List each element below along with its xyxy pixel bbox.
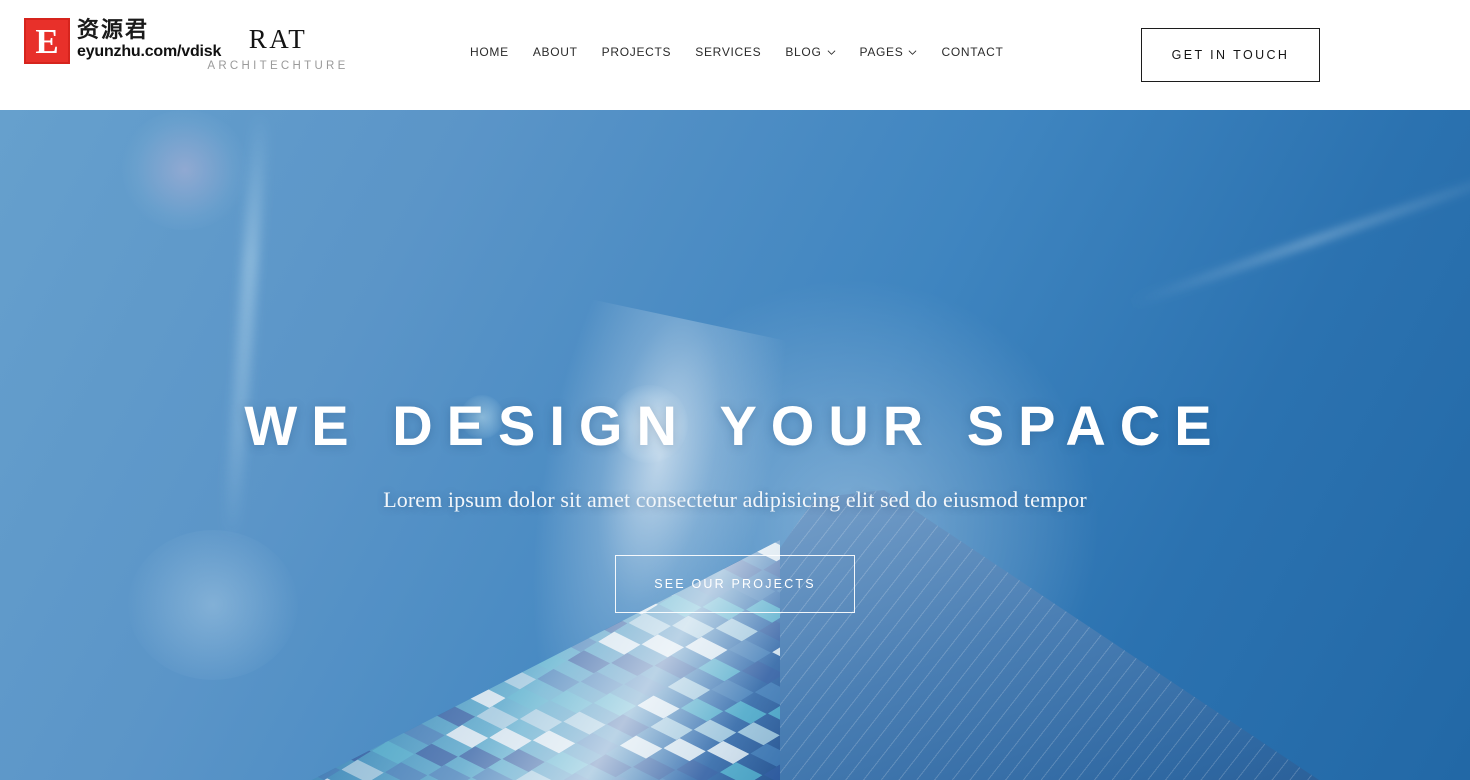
nav-item-projects[interactable]: PROJECTS	[602, 45, 672, 59]
nav-label: PROJECTS	[601, 45, 672, 59]
nav-label: ABOUT	[532, 45, 578, 59]
watermark-badge-letter: E	[35, 21, 59, 61]
see-our-projects-button[interactable]: SEE OUR PROJECTS	[615, 555, 855, 613]
nav-label: SERVICES	[695, 45, 762, 59]
nav-item-services[interactable]: SERVICES	[695, 45, 761, 59]
get-in-touch-button[interactable]: GET IN TOUCH	[1141, 28, 1320, 82]
chevron-down-icon	[827, 48, 836, 57]
chevron-down-icon	[908, 48, 917, 57]
watermark-overlay: E 资源君 eyunzhu.com/vdisk	[24, 18, 221, 64]
hero-content: WE DESIGN YOUR SPACE Lorem ipsum dolor s…	[0, 110, 1470, 780]
nav-item-home[interactable]: HOME	[470, 45, 509, 59]
hero-title: WE DESIGN YOUR SPACE	[244, 394, 1226, 457]
hero-section: WE DESIGN YOUR SPACE Lorem ipsum dolor s…	[0, 110, 1470, 780]
nav-label: PAGES	[859, 45, 904, 59]
watermark-url-label: eyunzhu.com/vdisk	[77, 43, 222, 61]
nav-item-blog[interactable]: BLOG	[785, 45, 835, 59]
site-header: RAT ARCHITECHTURE E 资源君 eyunzhu.com/vdis…	[0, 0, 1470, 110]
watermark-text: 资源君 eyunzhu.com/vdisk	[77, 18, 221, 61]
nav-item-contact[interactable]: CONTACT	[941, 45, 1003, 59]
nav-item-pages[interactable]: PAGES	[860, 45, 918, 59]
hero-subtitle: Lorem ipsum dolor sit amet consectetur a…	[383, 487, 1087, 512]
watermark-badge-icon: E	[24, 18, 70, 64]
watermark-chinese-label: 资源君	[77, 18, 150, 43]
nav-item-about[interactable]: ABOUT	[533, 45, 578, 59]
nav-label: CONTACT	[941, 45, 1004, 59]
page-root: RAT ARCHITECHTURE E 资源君 eyunzhu.com/vdis…	[0, 0, 1470, 780]
nav-label: HOME	[470, 45, 509, 59]
main-navigation: HOME ABOUT PROJECTS SERVICES BLOG PAGES	[470, 45, 1003, 59]
nav-label: BLOG	[785, 45, 822, 59]
